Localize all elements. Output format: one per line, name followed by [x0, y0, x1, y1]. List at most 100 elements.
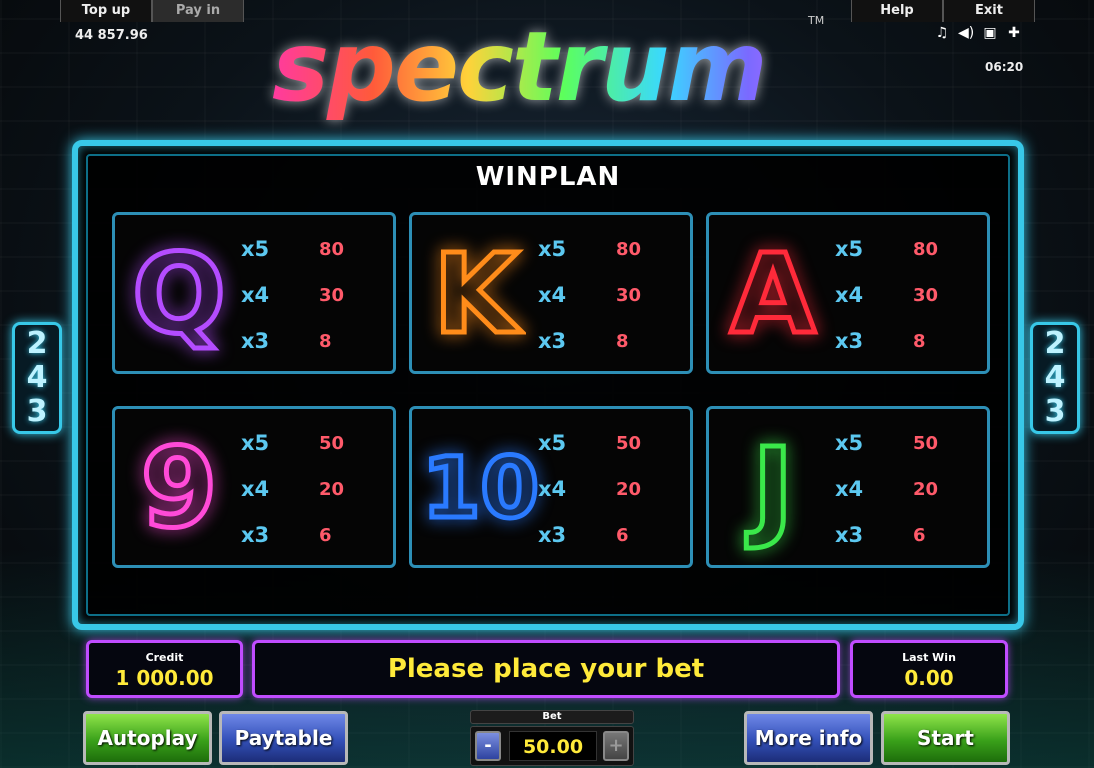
- last-win-value: 0.00: [904, 666, 954, 690]
- payout-rows: x5 50 x4 20 x3 6: [538, 431, 688, 569]
- balance-display: 44 857.96: [75, 28, 148, 43]
- pay-in-button[interactable]: Pay in: [152, 0, 244, 22]
- payout-rows: x5 50 x4 20 x3 6: [241, 431, 391, 569]
- multiplier-label: x4: [835, 283, 864, 307]
- payout-row: x3 8: [241, 329, 391, 375]
- payout-rows: x5 80 x4 30 x3 8: [241, 237, 391, 375]
- payout-value: 80: [913, 239, 939, 260]
- payout-row: x4 20: [835, 477, 985, 523]
- top-up-button[interactable]: Top up: [60, 0, 152, 22]
- winplan-title: WINPLAN: [475, 162, 621, 192]
- credit-value: 1 000.00: [115, 666, 214, 690]
- ways-digit: 4: [26, 360, 48, 395]
- multiplier-label: x4: [538, 283, 567, 307]
- payout-row: x5 50: [835, 431, 985, 477]
- clock: 06:20: [985, 60, 1024, 74]
- multiplier-label: x4: [241, 283, 270, 307]
- payout-value: 20: [913, 479, 939, 500]
- payout-row: x3 6: [538, 523, 688, 569]
- symbol-glyph: Q: [130, 229, 229, 360]
- payout-value: 8: [913, 331, 926, 352]
- bet-value: 50.00: [509, 731, 597, 761]
- payout-row: x4 20: [241, 477, 391, 523]
- exit-button[interactable]: Exit: [943, 0, 1035, 22]
- multiplier-label: x5: [538, 237, 567, 261]
- multiplier-label: x3: [241, 329, 270, 353]
- payout-row: x5 80: [241, 237, 391, 283]
- payout-value: 50: [913, 433, 939, 454]
- symbol-card: 10 x5 50 x4 20 x3 6: [409, 406, 693, 568]
- bet-decrease-button[interactable]: -: [475, 731, 501, 761]
- autoplay-button[interactable]: Autoplay: [83, 711, 212, 765]
- multiplier-label: x4: [241, 477, 270, 501]
- paytable-button[interactable]: Paytable: [219, 711, 348, 765]
- payout-row: x5 80: [538, 237, 688, 283]
- music-note-icon[interactable]: ♫: [934, 25, 950, 41]
- symbol-glyph: K: [431, 229, 521, 360]
- status-message: Please place your bet: [252, 640, 840, 698]
- multiplier-label: x4: [835, 477, 864, 501]
- settings-icon[interactable]: ✚: [1006, 25, 1022, 41]
- bet-control: - 50.00 +: [470, 726, 634, 766]
- symbol-card: Qx5 80 x4 30 x3 8: [112, 212, 396, 374]
- symbol-glyph: J: [750, 423, 796, 554]
- multiplier-label: x3: [835, 523, 864, 547]
- payout-row: x4 30: [835, 283, 985, 329]
- multiplier-label: x5: [835, 237, 864, 261]
- trademark: TM: [808, 14, 825, 27]
- payout-row: x5 50: [538, 431, 688, 477]
- start-button[interactable]: Start: [881, 711, 1010, 765]
- help-button[interactable]: Help: [851, 0, 943, 22]
- last-win-label: Last Win: [902, 651, 956, 664]
- payout-row: x5 80: [835, 237, 985, 283]
- payout-value: 6: [319, 525, 332, 546]
- payout-row: x5 50: [241, 431, 391, 477]
- settings-icons: ♫ ◀) ▣ ✚: [934, 25, 1022, 41]
- payout-value: 50: [319, 433, 345, 454]
- payout-rows: x5 50 x4 20 x3 6: [835, 431, 985, 569]
- payout-value: 80: [616, 239, 642, 260]
- multiplier-label: x4: [538, 477, 567, 501]
- payout-value: 30: [319, 285, 345, 306]
- payout-row: x4 30: [241, 283, 391, 329]
- payout-row: x3 8: [835, 329, 985, 375]
- payout-row: x3 6: [241, 523, 391, 569]
- payout-row: x4 30: [538, 283, 688, 329]
- ways-digit: 4: [1044, 360, 1066, 395]
- multiplier-label: x3: [241, 523, 270, 547]
- screen-icon[interactable]: ▣: [982, 25, 998, 41]
- last-win-box: Last Win 0.00: [850, 640, 1008, 698]
- ways-digit: 2: [26, 326, 48, 361]
- multiplier-label: x5: [835, 431, 864, 455]
- payout-rows: x5 80 x4 30 x3 8: [538, 237, 688, 375]
- payout-value: 30: [913, 285, 939, 306]
- speaker-icon[interactable]: ◀): [958, 25, 974, 41]
- payout-value: 20: [616, 479, 642, 500]
- game-logo: spectrum: [272, 12, 832, 122]
- symbol-glyph: 10: [420, 437, 542, 540]
- more-info-button[interactable]: More info: [744, 711, 873, 765]
- payout-row: x3 6: [835, 523, 985, 569]
- ways-digit: 3: [26, 394, 48, 429]
- payout-value: 6: [616, 525, 629, 546]
- bet-label: Bet: [470, 710, 634, 724]
- multiplier-label: x3: [538, 523, 567, 547]
- symbol-card: Kx5 80 x4 30 x3 8: [409, 212, 693, 374]
- ways-digit: 3: [1044, 394, 1066, 429]
- bet-increase-button[interactable]: +: [603, 731, 629, 761]
- multiplier-label: x3: [538, 329, 567, 353]
- symbol-card: Ax5 80 x4 30 x3 8: [706, 212, 990, 374]
- payout-value: 20: [319, 479, 345, 500]
- multiplier-label: x5: [538, 431, 567, 455]
- payout-row: x3 8: [538, 329, 688, 375]
- winplan-panel: WINPLAN Qx5 80 x4 30 x3 8 Kx5 80 x4 30 x3 8 Ax5 80 x4 3…: [72, 140, 1024, 630]
- symbol-card: 9 x5 50 x4 20 x3 6: [112, 406, 396, 568]
- payout-value: 8: [319, 331, 332, 352]
- ways-badge-left: 2 4 3: [12, 322, 62, 434]
- multiplier-label: x5: [241, 237, 270, 261]
- payout-value: 30: [616, 285, 642, 306]
- ways-badge-right: 2 4 3: [1030, 322, 1080, 434]
- payout-rows: x5 80 x4 30 x3 8: [835, 237, 985, 375]
- symbol-glyph: 9: [138, 423, 220, 554]
- symbol-card: Jx5 50 x4 20 x3 6: [706, 406, 990, 568]
